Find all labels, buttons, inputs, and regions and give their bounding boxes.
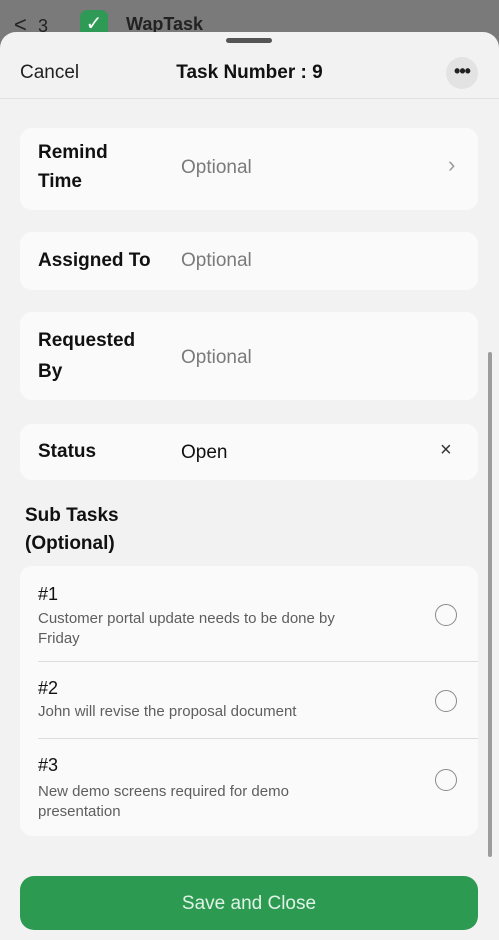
subtasks-heading-line1: Sub Tasks (25, 505, 119, 526)
scrollbar[interactable] (488, 352, 492, 857)
subtask-number: #3 (38, 755, 59, 775)
remind-time-label-line2: Time (38, 171, 83, 192)
save-and-close-button[interactable]: Save and Close (20, 876, 478, 930)
subtask-complete-radio[interactable] (435, 690, 457, 712)
remind-time-value: Optional (181, 157, 252, 178)
subtask-number: #1 (38, 584, 59, 604)
subtask-text-line1: New demo screens required for demo (38, 783, 289, 800)
requested-by-input[interactable]: Optional (181, 347, 252, 369)
list-item[interactable]: #2 John will revise the proposal documen… (20, 662, 478, 738)
status-label: Status (38, 441, 97, 462)
subtask-text-line1: John will revise the proposal document (38, 703, 297, 720)
list-item[interactable]: #1 Customer portal update needs to be do… (20, 566, 478, 661)
assigned-to-label: Assigned To (38, 250, 151, 271)
status-value: Open (181, 442, 228, 463)
subtask-complete-radio[interactable] (435, 769, 457, 791)
more-options-icon[interactable]: ••• (446, 57, 478, 89)
status-row[interactable]: Status Open × (20, 424, 478, 480)
assigned-to-input[interactable]: Optional (181, 250, 252, 272)
subtask-text: New demo screens required for demo prese… (38, 782, 398, 822)
page-title: Task Number : 9 (176, 62, 323, 83)
task-sheet: Cancel Task Number : 9 ••• Remind Time O… (0, 32, 499, 940)
sheet-header: Cancel Task Number : 9 ••• (0, 46, 499, 99)
subtask-text: Customer portal update needs to be done … (38, 609, 398, 649)
subtask-complete-radio[interactable] (435, 604, 457, 626)
subtask-text-line2: Friday (38, 630, 80, 647)
assigned-to-row[interactable]: Assigned To Optional (20, 232, 478, 290)
clear-status-icon[interactable]: × (440, 439, 452, 462)
subtask-number: #2 (38, 678, 59, 698)
requested-by-label-line1: Requested (38, 330, 136, 351)
subtask-text-line2: presentation (38, 803, 121, 820)
subtask-text: John will revise the proposal document (38, 702, 398, 722)
remind-time-row[interactable]: Remind Time Optional › (20, 128, 478, 210)
requested-by-row[interactable]: Requested By Optional (20, 312, 478, 400)
subtasks-heading: Sub Tasks (Optional) (25, 502, 119, 558)
subtasks-list: #1 Customer portal update needs to be do… (20, 566, 478, 836)
sheet-grabber-handle[interactable] (226, 38, 272, 43)
list-item[interactable]: #3 New demo screens required for demo pr… (20, 739, 478, 836)
requested-by-label-line2: By (38, 361, 63, 382)
remind-time-label-line1: Remind (38, 142, 108, 163)
subtask-text-line1: Customer portal update needs to be done … (38, 610, 335, 627)
chevron-right-icon: › (448, 152, 456, 177)
subtasks-heading-line2: (Optional) (25, 533, 115, 554)
